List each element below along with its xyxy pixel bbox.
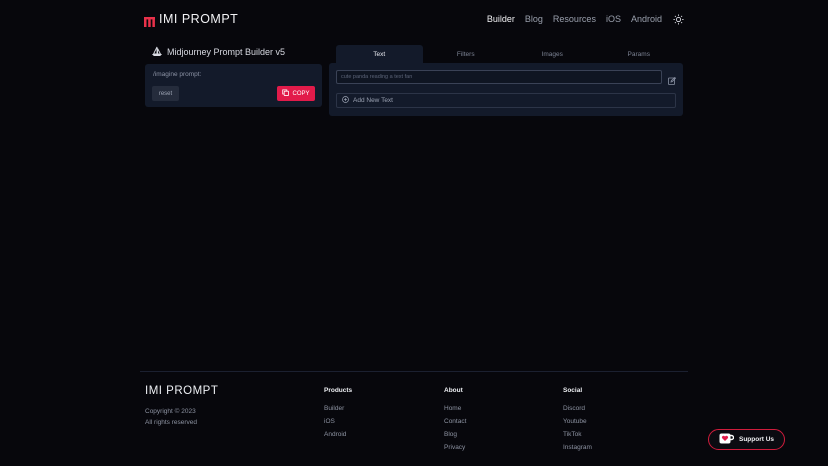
footer-link-youtube[interactable]: Youtube (563, 415, 592, 428)
nav-blog[interactable]: Blog (525, 14, 543, 24)
builder-title-text: Midjourney Prompt Builder v5 (167, 47, 286, 57)
nav-android[interactable]: Android (631, 14, 662, 24)
tab-images[interactable]: Images (509, 45, 596, 63)
reset-button[interactable]: reset (152, 86, 179, 101)
footer-link-android[interactable]: Android (324, 428, 352, 441)
footer-column-about: About Home Contact Blog Privacy (444, 387, 466, 454)
nav-builder[interactable]: Builder (487, 14, 515, 24)
header: IMI PROMPT Builder Blog Resources iOS An… (144, 10, 684, 28)
logo[interactable]: IMI PROMPT (144, 12, 239, 27)
edit-icon[interactable] (668, 72, 677, 85)
theme-toggle-sun-icon[interactable] (672, 13, 684, 25)
footer-link-tiktok[interactable]: TikTok (563, 428, 592, 441)
footer-logo: IMI PROMPT (145, 385, 219, 397)
footer-link-privacy[interactable]: Privacy (444, 441, 466, 454)
footer-link-builder[interactable]: Builder (324, 402, 352, 415)
footer-link-ios[interactable]: iOS (324, 415, 352, 428)
page: IMI PROMPT Builder Blog Resources iOS An… (0, 0, 828, 466)
tab-text[interactable]: Text (336, 45, 423, 63)
builder-title: Midjourney Prompt Builder v5 (151, 46, 286, 58)
nav-resources[interactable]: Resources (553, 14, 596, 24)
sailboat-icon (151, 46, 163, 58)
editor-tabs: Text Filters Images Params (336, 45, 682, 63)
footer-column-title: About (444, 387, 463, 394)
footer-column-products: Products Builder iOS Android (324, 387, 352, 441)
logo-mark-icon (144, 14, 155, 27)
footer-copyright: Copyright © 2023 All rights reserved (145, 406, 197, 428)
prompt-output: /imagine prompt: (153, 71, 202, 78)
main-nav: Builder Blog Resources iOS Android (487, 13, 684, 25)
copyright-text: Copyright © 2023 (145, 408, 196, 415)
tab-params[interactable]: Params (596, 45, 683, 63)
logo-text: IMI PROMPT (159, 12, 239, 26)
rights-text: All rights reserved (145, 419, 198, 426)
footer-link-instagram[interactable]: Instagram (563, 441, 592, 454)
footer-column-social: Social Discord Youtube TikTok Instagram (563, 387, 592, 454)
text-prompt-input[interactable]: cute panda reading a text fan (336, 70, 662, 84)
footer-divider (140, 371, 688, 372)
tab-filters[interactable]: Filters (423, 45, 510, 63)
footer-link-discord[interactable]: Discord (563, 402, 592, 415)
footer-link-contact[interactable]: Contact (444, 415, 466, 428)
kofi-cup-icon (719, 433, 735, 446)
support-us-button[interactable]: Support Us (708, 429, 785, 450)
prompt-panel: /imagine prompt: reset COPY (145, 64, 322, 107)
footer-column-title: Social (563, 387, 583, 394)
plus-circle-icon (342, 96, 349, 105)
add-new-text-button[interactable]: Add New Text (336, 93, 676, 108)
copy-button[interactable]: COPY (277, 86, 315, 101)
footer-column-title: Products (324, 387, 353, 394)
support-us-label: Support Us (738, 436, 775, 443)
copy-button-label: COPY (292, 90, 310, 97)
editor-panel: cute panda reading a text fan Add New Te… (329, 63, 683, 116)
footer-link-blog[interactable]: Blog (444, 428, 466, 441)
footer-link-home[interactable]: Home (444, 402, 466, 415)
add-new-text-label: Add New Text (353, 97, 393, 104)
copy-icon (282, 89, 290, 98)
nav-ios[interactable]: iOS (606, 14, 621, 24)
